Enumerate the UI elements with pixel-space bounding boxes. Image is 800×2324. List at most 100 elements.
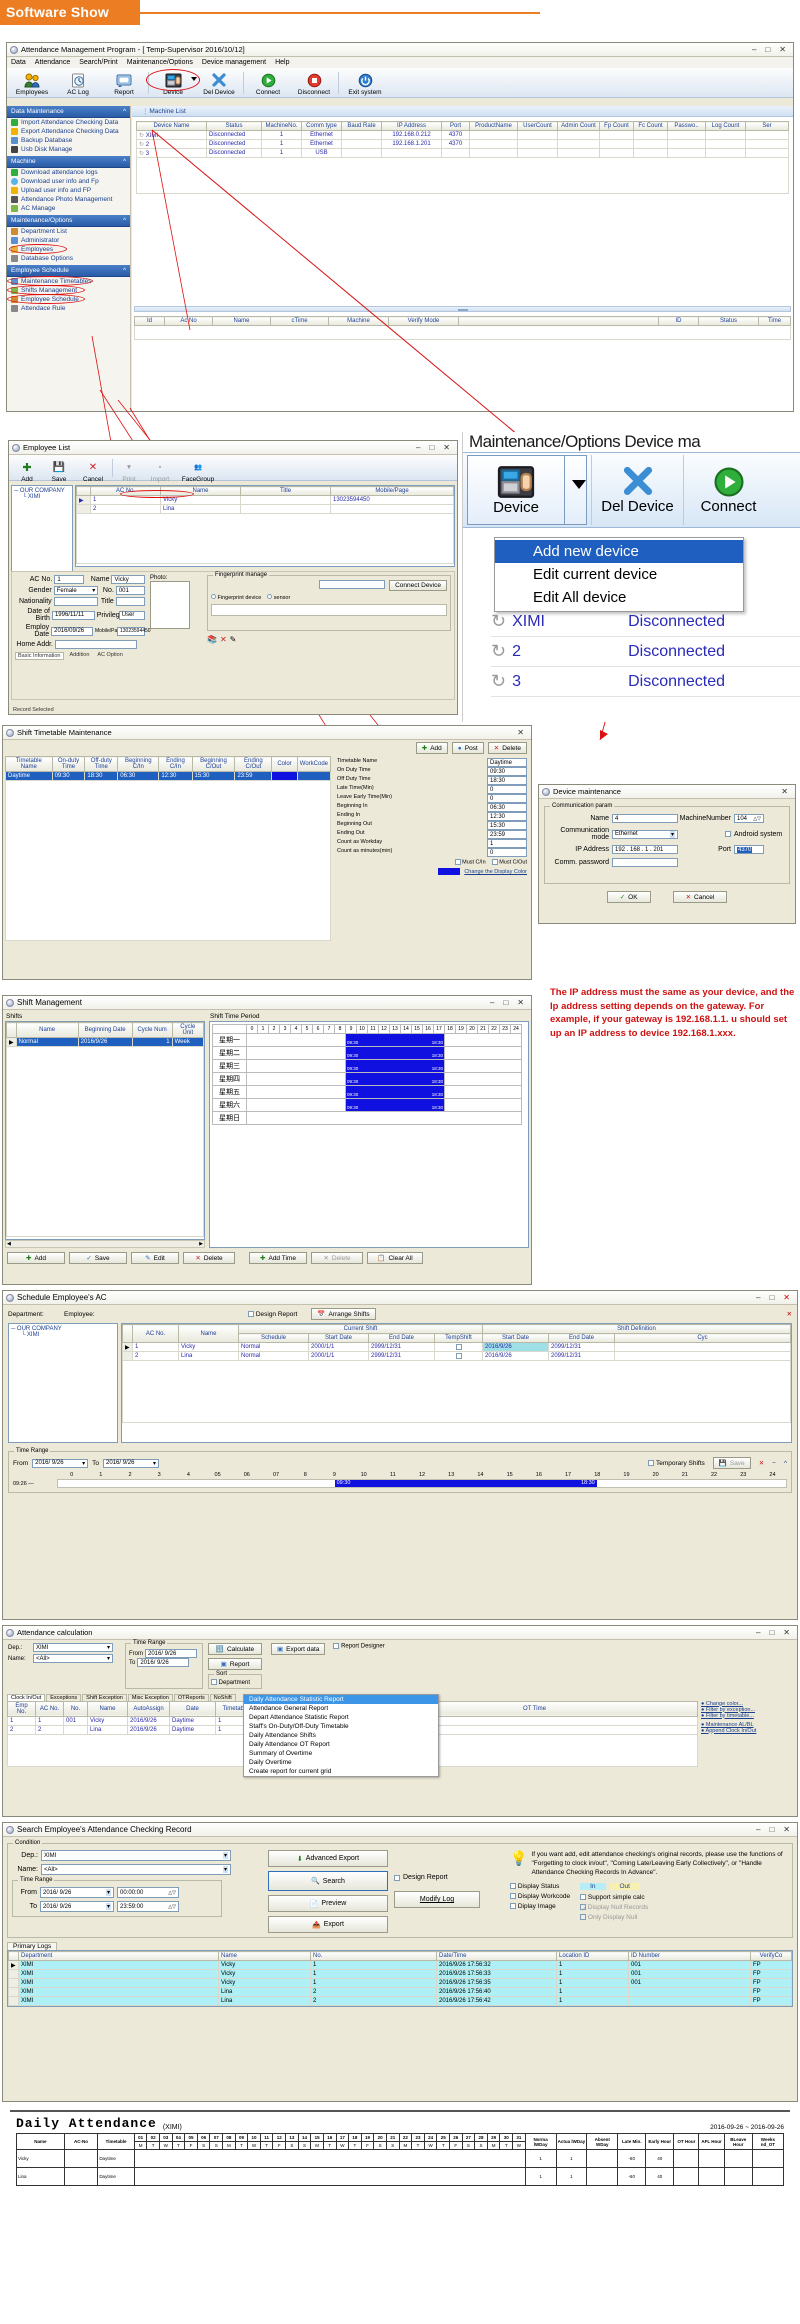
sidebar-header-employee-schedule[interactable]: Employee Schedule ^ (7, 265, 130, 277)
tab-basic-information[interactable]: Basic Information (15, 652, 64, 660)
table-row[interactable]: 2 Lina Normal 2000/1/1 2999/12/31 2016/9… (122, 1351, 791, 1361)
menu-item-edit-all-device[interactable]: Edit All device (495, 586, 743, 609)
sidebar-header-data-maintenance[interactable]: Data Maintenance ^ (7, 106, 130, 118)
tab-misc-exception[interactable]: Misc Exception (127, 1693, 173, 1701)
nationality-field[interactable] (53, 597, 99, 606)
temporary-shifts-checkbox[interactable]: Temporary Shifts (648, 1460, 705, 1467)
close-button[interactable]: ✕ (517, 728, 524, 737)
zoom-connect-button[interactable]: Connect (683, 455, 773, 525)
fp-select[interactable] (319, 580, 386, 589)
table-row[interactable]: ▶ XIMI Vicky 1 2016/9/26 17:56:32 1 001 … (8, 1960, 792, 1970)
spinner-icon[interactable]: △▽ (168, 1890, 176, 1896)
table-row[interactable]: XIMI Vicky 1 2016/9/26 17:56:33 1 001 FP (8, 1969, 792, 1979)
employee-cancel-button[interactable]: ✕ Cancel (75, 457, 111, 484)
minimize-button[interactable]: – (756, 1293, 760, 1302)
field-value[interactable]: 18:30 (487, 776, 527, 785)
search-from-time[interactable]: 00:00:00 △▽ (117, 1887, 179, 1898)
calc-from-field[interactable]: 2016/ 9/26 (145, 1649, 197, 1658)
display-status-checkbox[interactable]: Display Status (510, 1883, 570, 1890)
report-dropdown-menu[interactable]: Daily Attendance Statistic Report Attend… (243, 1694, 439, 1777)
change-display-color-link[interactable]: Change the Display Color (464, 869, 527, 875)
scroll-left-icon[interactable]: ◀ (7, 1241, 11, 1247)
primary-logs-table[interactable]: Department Name No. Date/Time Location I… (8, 1951, 792, 2006)
close-button[interactable]: ✕ (779, 45, 786, 54)
sidebar-item-department-list[interactable]: Department List (7, 227, 130, 236)
modify-log-button[interactable]: Modify Log (394, 1891, 480, 1908)
sidebar-header-maintenance-options[interactable]: Maintenance/Options ^ (7, 215, 130, 227)
tab-exceptions[interactable]: Exceptions (46, 1693, 82, 1701)
menu-item-daily-attendance-shifts[interactable]: Daily Attendance Shifts (244, 1731, 438, 1740)
sensor-radio[interactable]: sensor (267, 594, 290, 601)
zoom-device-row[interactable]: ↻ XIMI Disconnected (491, 607, 800, 637)
toolbar-report[interactable]: Report (101, 70, 147, 96)
table-row[interactable]: 2 Lina (76, 504, 454, 514)
log-table[interactable]: Id Ac No Name cTime Machine Verify Mode … (134, 316, 791, 340)
schedule-collapse-icon[interactable]: ^ (784, 1460, 787, 1467)
sidebar-item-export-attendance[interactable]: Export Attendance Checking Data (7, 127, 130, 136)
menu-help[interactable]: Help (275, 59, 289, 66)
field-value[interactable]: 09:30 (487, 767, 527, 776)
menu-item-daily-attendance-statistic-report[interactable]: Daily Attendance Statistic Report (244, 1695, 438, 1704)
tree-child-ximi[interactable]: └ XIMI (14, 494, 70, 500)
employee-table[interactable]: AC No. Name Title Mobile/Page ▶ 1 Vicky 130… (76, 486, 454, 564)
sidebar-item-employee-schedule[interactable]: Employee Schedule (7, 294, 130, 304)
chevron-down-icon[interactable]: ▾ (669, 830, 675, 838)
report-designer-checkbox[interactable]: Report Designer (333, 1643, 385, 1655)
menu-item-staff-on-duty-timetable[interactable]: Staff's On-Duty/Off-Duty Timetable (244, 1722, 438, 1731)
spinner-icon[interactable]: △▽ (168, 1904, 176, 1910)
toolbar-disconnect[interactable]: Disconnect (291, 70, 337, 96)
zoom-toolbar[interactable]: Device Del Device Connect (463, 452, 800, 528)
sidebar-item-database-options[interactable]: Database Options (7, 254, 130, 263)
chevron-down-icon[interactable]: ▾ (107, 1644, 110, 1651)
minimize-button[interactable]: – (756, 1825, 760, 1834)
toolbar-ac-log[interactable]: AC Log (55, 70, 101, 96)
menu-data[interactable]: Data (11, 59, 26, 66)
chevron-down-icon[interactable]: ▾ (222, 1852, 228, 1859)
menu-item-summary-of-overtime[interactable]: Summary of Overtime (244, 1749, 438, 1758)
minimize-button[interactable]: – (416, 443, 420, 452)
photo-box[interactable] (150, 581, 190, 629)
ip-address-field[interactable]: 192 . 168 . 1 . 201 (612, 845, 678, 854)
search-dep-select[interactable]: XIMI ▾ (41, 1850, 231, 1861)
search-from-date[interactable]: 2016/ 9/26 ▾ (40, 1887, 114, 1898)
shift-edit-button[interactable]: ✎ Edit (131, 1252, 179, 1264)
zoom-device-row[interactable]: ↻ 2 Disconnected (491, 637, 800, 667)
display-color-swatch[interactable] (438, 868, 461, 876)
field-value[interactable]: Daytime (487, 758, 527, 767)
menu-item-daily-overtime[interactable]: Daily Overtime (244, 1758, 438, 1767)
close-button[interactable]: ✕ (517, 998, 524, 1007)
cancel-button[interactable]: ✕ Cancel (672, 891, 728, 903)
schedule-save-button[interactable]: 💾 Save (712, 1457, 751, 1469)
menu-item-depart-attendance-statistic-report[interactable]: Depart Attendance Statistic Report (244, 1713, 438, 1722)
main-menubar[interactable]: Data Attendance Search/Print Maintenance… (7, 57, 793, 68)
gender-select[interactable]: Female ▾ (53, 586, 99, 595)
field-value[interactable]: 06:30 (487, 803, 527, 812)
calculate-button[interactable]: 🔢 Calculate (208, 1643, 262, 1655)
collapse-chevron-icon-3[interactable]: ^ (123, 217, 126, 224)
menu-item-daily-attendance-ot-report[interactable]: Daily Attendance OT Report (244, 1740, 438, 1749)
day-row[interactable]: 星期二 09:30 18:30 (212, 1046, 522, 1060)
sidebar-item-maintenance-timetables[interactable]: Maintenance Timetables (7, 276, 130, 286)
link-filter-by-timetable[interactable]: ● Filter by timetable... (701, 1713, 793, 1719)
must-cin-checkbox[interactable]: Must C/In (454, 859, 486, 865)
menu-item-create-report-for-current-grid[interactable]: Create report for current grid (244, 1767, 438, 1776)
zoom-device-row[interactable]: ↻ 3 Disconnected (491, 667, 800, 697)
menu-item-add-new-device[interactable]: Add new device (495, 540, 743, 563)
sidebar-item-import-attendance[interactable]: Import Attendance Checking Data (7, 118, 130, 127)
toolbar-employees[interactable]: Employees (9, 70, 55, 96)
schedule-table[interactable]: AC No. Name Current Shift Shift Definiti… (122, 1324, 791, 1423)
day-row[interactable]: 星期五 09:30 18:30 (212, 1085, 522, 1099)
shift-save-button[interactable]: ✓ Save (69, 1252, 127, 1264)
timeline-bar[interactable]: 09:30 18:30 (334, 1480, 597, 1487)
employee-toolbar[interactable]: ✚ Add 💾 Save ✕ Cancel ▼ Print ▪ Import 👥 FaceG… (9, 455, 457, 484)
chevron-down-icon[interactable] (572, 480, 586, 489)
employee-print-button[interactable]: ▼ Print (114, 457, 144, 484)
device-dropdown-menu[interactable]: Add new device Edit current device Edit … (494, 537, 744, 612)
close-button[interactable]: ✕ (783, 1628, 790, 1637)
field-value[interactable]: 12:30 (487, 812, 527, 821)
clear-all-button[interactable]: 📋 Clear All (367, 1252, 423, 1264)
close-button[interactable]: ✕ (443, 443, 450, 452)
field-value[interactable]: 1 (487, 839, 527, 848)
birth-field[interactable]: 1996/11/11 (51, 610, 95, 620)
employee-import-button[interactable]: ▪ Import (144, 457, 176, 484)
